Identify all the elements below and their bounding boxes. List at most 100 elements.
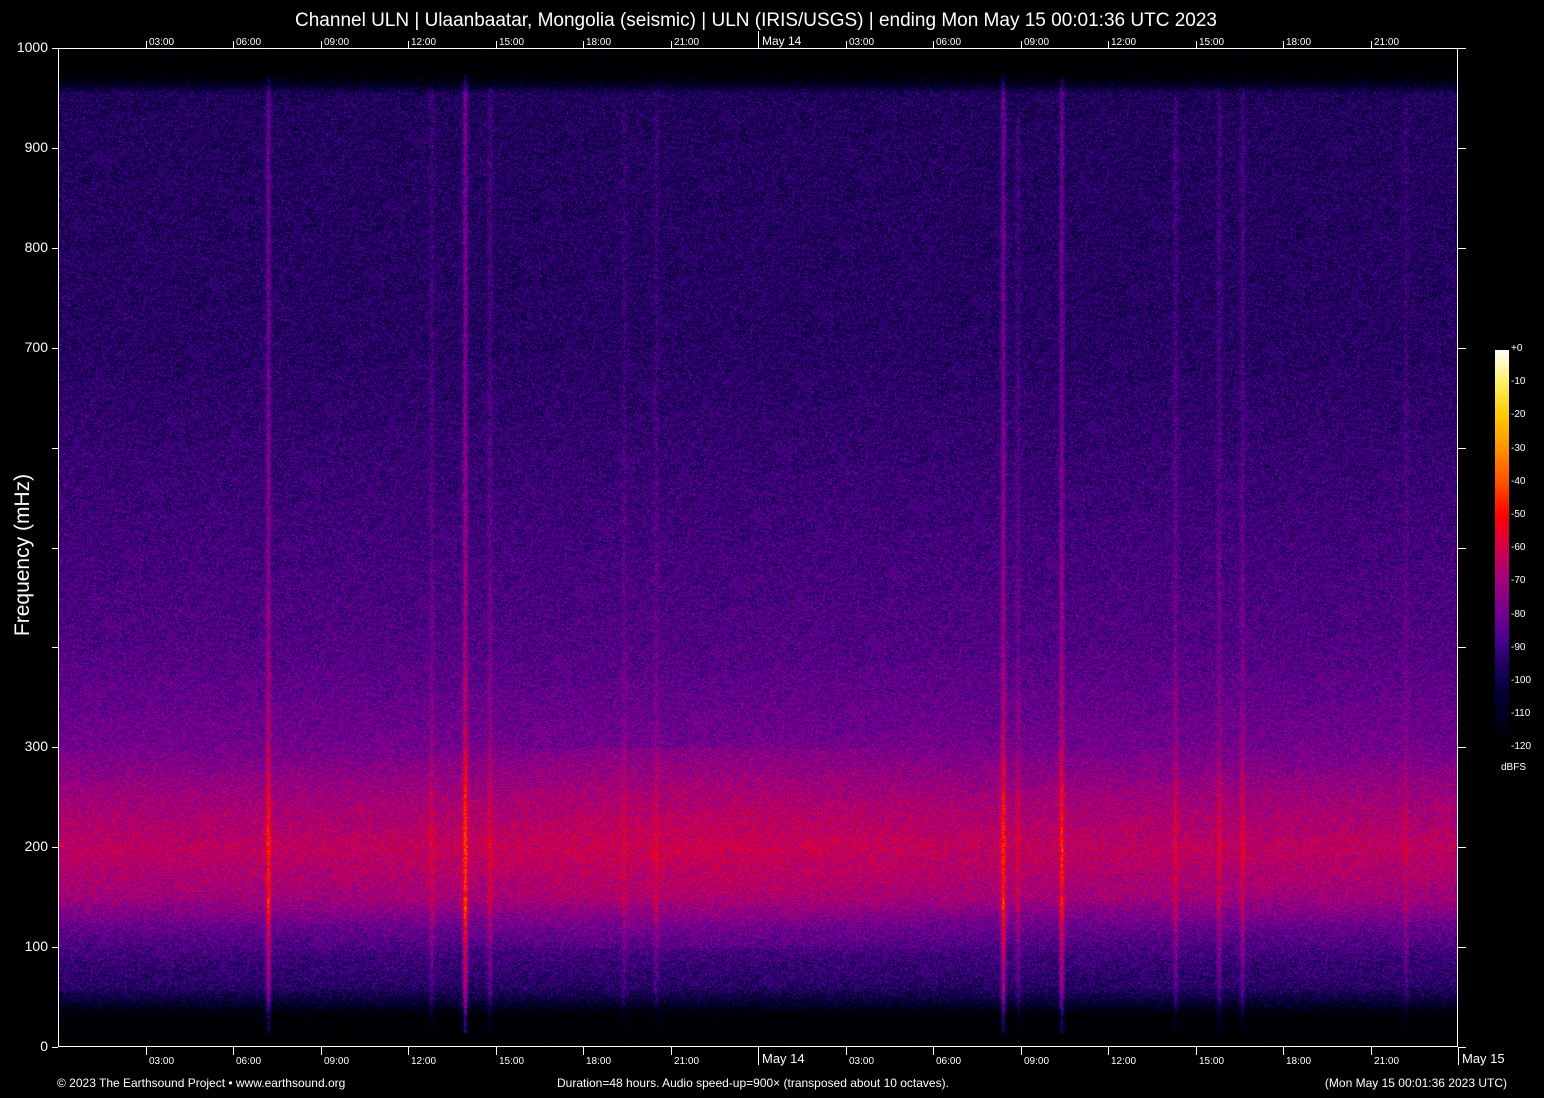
colorbar-tick-label: -20 xyxy=(1511,409,1526,421)
x-tick-bottom xyxy=(583,1047,584,1055)
x-tick-label-bottom: 03:00 xyxy=(149,1056,175,1067)
x-tick-label-bottom: May 14 xyxy=(762,1051,805,1066)
colorbar-tick-label: +0 xyxy=(1511,343,1523,354)
x-tick-bottom xyxy=(1021,1047,1022,1055)
y-tick-right xyxy=(1458,947,1466,949)
y-tick-left xyxy=(52,447,58,449)
colorbar-tick-label: -100 xyxy=(1511,675,1532,686)
x-tick-bottom xyxy=(233,1047,234,1055)
x-tick-bottom xyxy=(1371,1047,1372,1055)
y-tick-left xyxy=(52,1047,58,1048)
x-tick-bottom xyxy=(1283,1047,1284,1055)
x-tick-label-bottom: 09:00 xyxy=(1024,1056,1050,1067)
x-tick-bottom xyxy=(846,1047,847,1055)
x-tick-bottom xyxy=(1108,1047,1109,1055)
y-tick-left xyxy=(52,347,58,349)
x-tick-label-bottom: 06:00 xyxy=(236,1056,262,1067)
x-tick-top xyxy=(1283,41,1284,49)
x-tick-label-top: 12:00 xyxy=(411,37,437,48)
y-tick-right xyxy=(1458,847,1466,849)
x-tick-label-top: 06:00 xyxy=(936,37,962,48)
x-tick-bottom xyxy=(496,1047,497,1055)
y-tick-label: 300 xyxy=(24,738,48,755)
x-tick-label-bottom: 03:00 xyxy=(849,1056,875,1067)
x-tick-label-top: May 14 xyxy=(762,34,802,48)
x-end-label: May 15 xyxy=(1462,1051,1505,1066)
y-tick-right xyxy=(1458,147,1466,149)
x-tick-top xyxy=(1021,41,1022,49)
x-tick-label-bottom: 15:00 xyxy=(499,1056,525,1067)
colorbar-unit: dBFS xyxy=(1501,762,1527,773)
y-tick-left xyxy=(52,647,58,649)
colorbar-tick-label: -30 xyxy=(1511,442,1526,454)
x-tick-top xyxy=(933,41,934,49)
x-tick-label-top: 12:00 xyxy=(1111,37,1137,48)
colorbar-tick-label: -40 xyxy=(1511,475,1526,487)
x-tick-label-top: 06:00 xyxy=(236,37,262,48)
x-tick-label-top: 03:00 xyxy=(149,37,175,48)
x-tick-bottom xyxy=(758,1047,759,1065)
x-tick-bottom xyxy=(671,1047,672,1055)
x-tick-top xyxy=(846,41,847,49)
y-tick-right xyxy=(1458,447,1466,449)
x-tick-bottom xyxy=(321,1047,322,1055)
colorbar xyxy=(1495,350,1509,748)
x-tick-label-top: 18:00 xyxy=(586,37,612,48)
colorbar-tick-label: -80 xyxy=(1511,608,1526,620)
colorbar-tick-label: -10 xyxy=(1511,376,1526,388)
footer-duration: Duration=48 hours. Audio speed-up=900× (… xyxy=(557,1076,949,1090)
x-tick-label-bottom: 12:00 xyxy=(411,1056,437,1067)
x-tick-label-top: 15:00 xyxy=(499,37,525,48)
y-tick-right xyxy=(1458,747,1466,749)
x-tick-label-top: 18:00 xyxy=(1286,37,1312,48)
x-tick-label-top: 09:00 xyxy=(1024,37,1050,48)
y-tick-left xyxy=(52,747,58,749)
y-tick-right xyxy=(1458,347,1466,349)
colorbar-tick-label: -50 xyxy=(1511,509,1526,520)
x-tick-top xyxy=(146,41,147,49)
footer-timestamp: (Mon May 15 00:01:36 2023 UTC) xyxy=(1324,1076,1507,1090)
x-tick-top xyxy=(671,41,672,49)
x-tick-label-bottom: 18:00 xyxy=(1286,1056,1312,1067)
x-tick-bottom xyxy=(933,1047,934,1055)
y-tick-left xyxy=(52,947,58,949)
y-tick-label: 700 xyxy=(24,338,48,355)
x-tick-top xyxy=(1371,41,1372,49)
x-tick-label-bottom: 09:00 xyxy=(324,1056,350,1067)
x-tick-label-top: 21:00 xyxy=(1374,37,1400,48)
footer-copyright: © 2023 The Earthsound Project • www.eart… xyxy=(57,1076,346,1090)
y-tick-right xyxy=(1458,1047,1466,1048)
y-tick-right xyxy=(1458,647,1466,649)
y-tick-left xyxy=(52,847,58,849)
y-tick-left xyxy=(52,48,58,49)
x-tick-label-top: 03:00 xyxy=(849,37,875,48)
colorbar-tick-label: -60 xyxy=(1511,542,1526,554)
y-tick-label: 800 xyxy=(24,238,48,255)
y-tick-left xyxy=(52,547,58,549)
x-tick-label-bottom: 21:00 xyxy=(1374,1056,1400,1067)
colorbar-tick-label: -70 xyxy=(1511,575,1526,587)
y-tick-label: 200 xyxy=(24,838,48,855)
x-tick-label-top: 15:00 xyxy=(1199,37,1225,48)
x-tick-label-bottom: 18:00 xyxy=(586,1056,612,1067)
chart-title: Channel ULN | Ulaanbaatar, Mongolia (sei… xyxy=(295,10,1217,31)
y-tick-label: 1000 xyxy=(16,39,48,55)
x-tick-top xyxy=(1108,41,1109,49)
x-tick-top xyxy=(496,41,497,49)
colorbar-tick-label: -90 xyxy=(1511,641,1526,653)
x-tick-label-bottom: 15:00 xyxy=(1199,1056,1225,1067)
y-tick-right xyxy=(1458,247,1466,249)
x-end-tick xyxy=(1458,1047,1459,1065)
x-tick-bottom xyxy=(1196,1047,1197,1055)
x-tick-bottom xyxy=(146,1047,147,1055)
spectrogram-heatmap xyxy=(58,48,1458,1048)
y-tick-right xyxy=(1458,547,1466,549)
y-axis-label: Frequency (mHz) xyxy=(11,473,34,637)
x-tick-top xyxy=(1196,41,1197,49)
x-tick-top xyxy=(408,41,409,49)
x-tick-top xyxy=(583,41,584,49)
y-tick-label: 0 xyxy=(40,1038,48,1054)
x-tick-label-top: 09:00 xyxy=(324,37,350,48)
y-tick-label: 100 xyxy=(24,938,48,955)
colorbar-tick-label: -110 xyxy=(1511,708,1531,720)
